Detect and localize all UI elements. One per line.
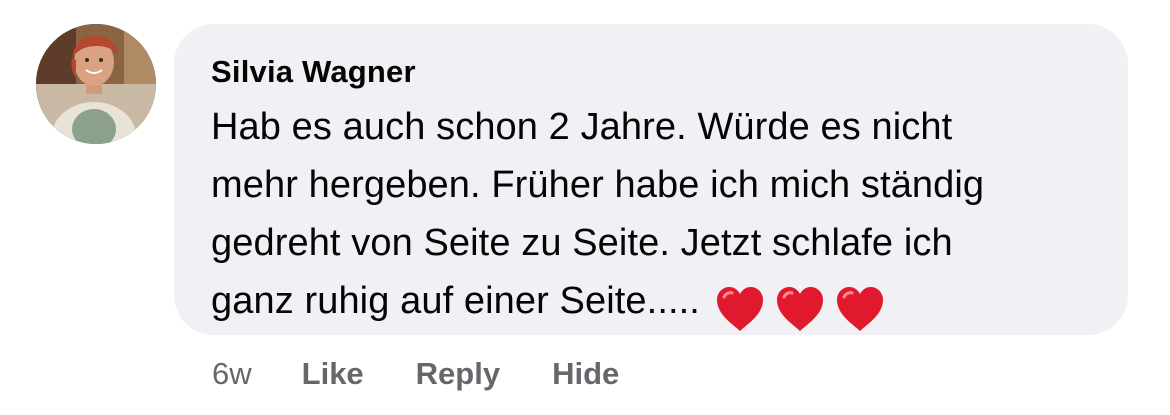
- comment-actions: 6w Like Reply Hide: [212, 352, 671, 396]
- comment-timestamp[interactable]: 6w: [212, 356, 252, 392]
- comment-author[interactable]: Silvia Wagner: [211, 52, 1092, 92]
- comment-line: Hab es auch schon 2 Jahre. Würde es nich…: [211, 106, 953, 148]
- comment-line: mehr hergeben. Früher habe ich mich stän…: [211, 164, 985, 206]
- hide-button[interactable]: Hide: [552, 356, 619, 392]
- comment-line-last: ganz ruhig auf einer Seite.....: [211, 272, 1091, 336]
- avatar-photo: [36, 24, 156, 144]
- comment: Silvia Wagner Hab es auch schon 2 Jahre.…: [0, 0, 1170, 415]
- like-button[interactable]: Like: [302, 356, 364, 392]
- heart-emojis: [714, 278, 894, 336]
- comment-bubble: Silvia Wagner Hab es auch schon 2 Jahre.…: [174, 24, 1128, 335]
- reply-button[interactable]: Reply: [416, 356, 500, 392]
- heart-icon: [776, 286, 823, 331]
- avatar[interactable]: [36, 24, 156, 144]
- comment-line: gedreht von Seite zu Seite. Jetzt schlaf…: [211, 222, 953, 264]
- comment-text: Hab es auch schon 2 Jahre. Würde es nich…: [211, 98, 1091, 336]
- heart-icon: [716, 286, 763, 331]
- heart-icon: [836, 286, 883, 331]
- comment-line: ganz ruhig auf einer Seite.....: [211, 280, 700, 322]
